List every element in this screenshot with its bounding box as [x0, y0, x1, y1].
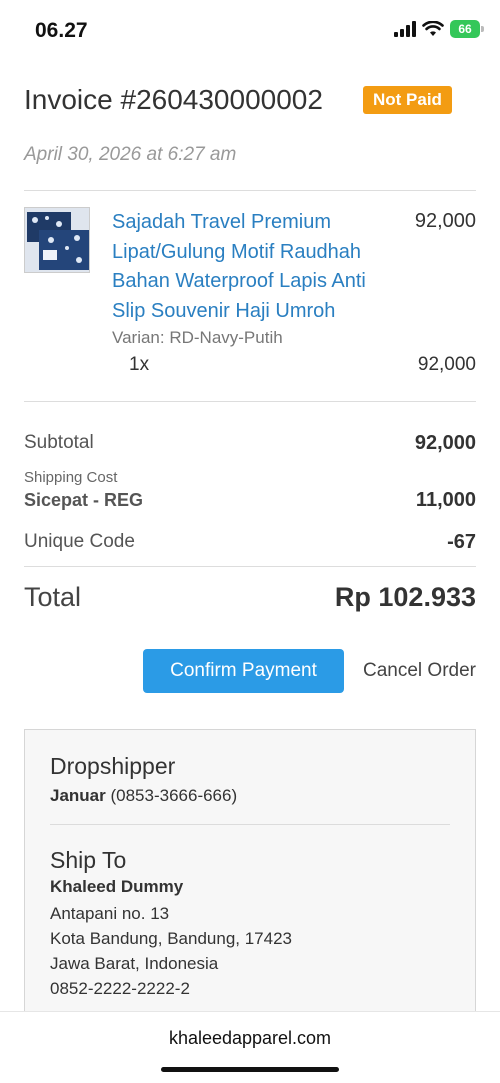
invoice-title: Invoice #260430000002: [24, 84, 323, 115]
unique-code-value: -67: [447, 531, 476, 553]
product-name-link[interactable]: Sajadah Travel Premium Lipat/Gulung Moti…: [112, 208, 392, 326]
unique-code-label: Unique Code: [24, 531, 135, 552]
dropshipper-heading: Dropshipper: [50, 753, 176, 779]
product-thumbnail[interactable]: [24, 207, 90, 273]
total-value: Rp 102.933: [334, 582, 476, 612]
divider: [24, 401, 476, 402]
dropshipper-contact: Januar (0853-3666-666): [50, 786, 237, 806]
cellular-signal-icon: [394, 21, 416, 37]
divider: [24, 566, 476, 567]
dropshipper-name: Januar: [50, 786, 106, 805]
recipient-name: Khaleed Dummy: [50, 877, 184, 896]
divider: [24, 190, 476, 191]
product-line-total: 92,000: [417, 354, 476, 375]
home-indicator[interactable]: [161, 1067, 339, 1072]
payment-status-badge: Not Paid: [363, 86, 452, 114]
confirm-payment-button[interactable]: Confirm Payment: [143, 649, 344, 693]
product-price: 92,000: [414, 210, 476, 232]
shipping-cost-label: Shipping Cost: [24, 469, 118, 486]
subtotal-value: 92,000: [414, 432, 476, 454]
cancel-order-link[interactable]: Cancel Order: [363, 660, 476, 682]
address-line-2: Kota Bandung, Bandung, 17423: [50, 929, 292, 948]
shipping-cost-value: 11,000: [415, 489, 476, 511]
url-text[interactable]: khaleedapparel.com: [0, 1028, 500, 1049]
invoice-date: April 30, 2026 at 6:27 am: [24, 144, 237, 165]
status-time: 06.27: [35, 19, 88, 42]
wifi-icon: [422, 21, 444, 36]
recipient-phone: 0852-2222-2222-2: [50, 979, 190, 998]
status-icons: 66: [394, 20, 484, 38]
status-bar: 06.27 66: [0, 0, 500, 60]
dropshipper-phone: (0853-3666-666): [110, 786, 238, 805]
battery-icon: 66: [450, 20, 484, 38]
product-variant: Varian: RD-Navy-Putih: [112, 328, 283, 347]
shipping-method: Sicepat - REG: [24, 490, 144, 510]
address-line-3: Jawa Barat, Indonesia: [50, 954, 219, 973]
divider: [50, 824, 450, 825]
product-quantity: 1x: [129, 354, 150, 375]
total-label: Total: [24, 582, 82, 612]
shipping-details-card: Dropshipper Januar (0853-3666-666) Ship …: [24, 729, 476, 1029]
subtotal-label: Subtotal: [24, 432, 94, 453]
browser-url-bar[interactable]: khaleedapparel.com: [0, 1011, 500, 1083]
address-line-1: Antapani no. 13: [50, 904, 170, 923]
ship-to-heading: Ship To: [50, 847, 127, 873]
